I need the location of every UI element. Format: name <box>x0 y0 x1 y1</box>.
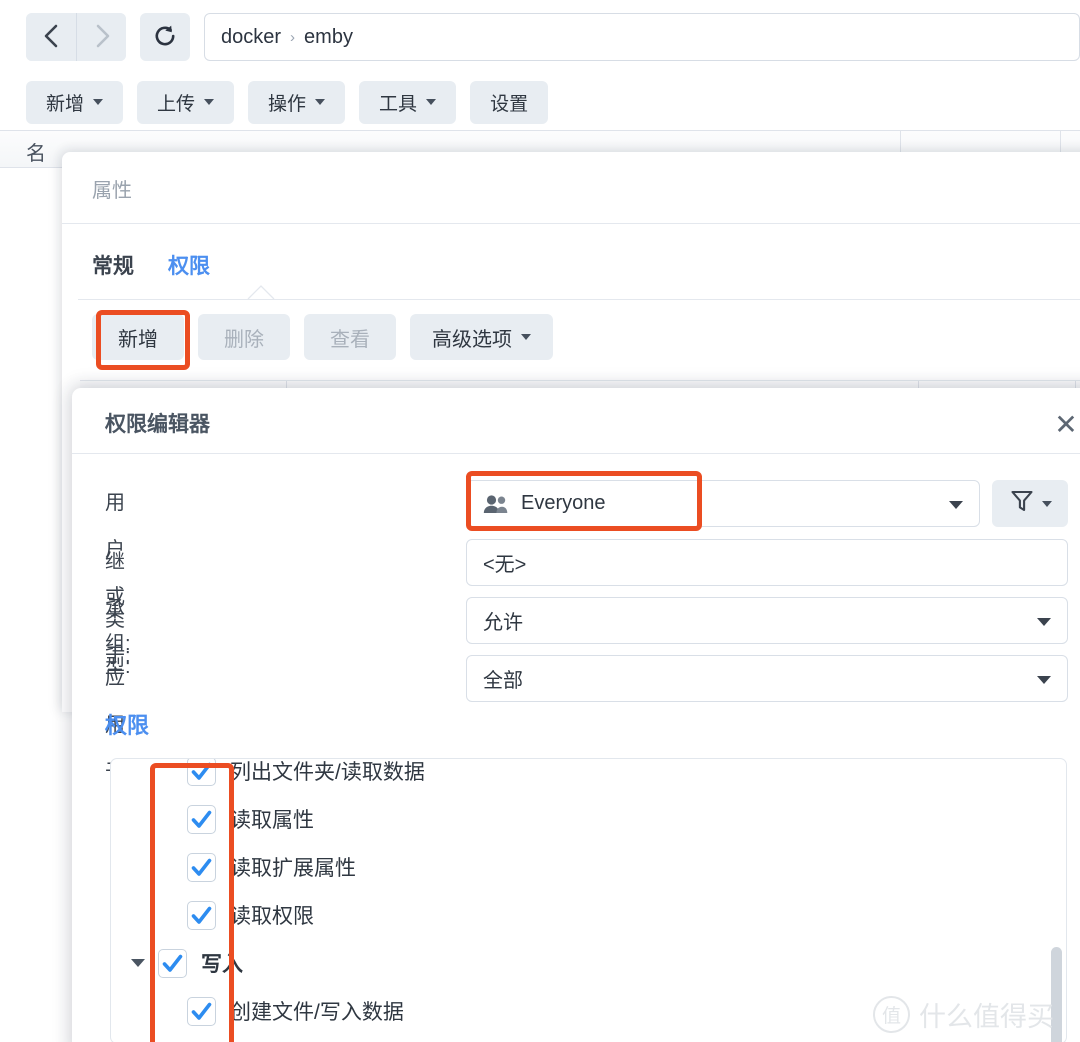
apply-to-value: 全部 <box>483 670 523 692</box>
breadcrumb[interactable]: docker › emby <box>204 13 1080 61</box>
chevron-down-icon <box>1041 500 1052 507</box>
divider <box>72 453 1080 454</box>
annotation-highlight-add-button <box>96 310 190 370</box>
back-button[interactable] <box>26 13 76 61</box>
list-item-label: 创建文件/写入数据 <box>230 1001 404 1024</box>
tabs-divider <box>78 299 1080 300</box>
tab-general[interactable]: 常规 <box>92 250 134 280</box>
type-select[interactable]: 允许 <box>466 597 1068 644</box>
toolbar-new-button[interactable]: 新增 <box>26 80 124 124</box>
chevron-down-icon <box>1037 617 1051 626</box>
tab-permissions[interactable]: 权限 <box>168 250 210 280</box>
inherited-from-input[interactable]: <无> <box>466 539 1068 586</box>
list-item-label: 列出文件夹/读取数据 <box>230 761 425 784</box>
watermark-text: 什么值得买 <box>919 1002 1054 1032</box>
perm-advanced-options-button[interactable]: 高级选项 <box>410 314 553 360</box>
filter-button[interactable] <box>992 480 1068 527</box>
inherited-from-value: <无> <box>483 554 527 576</box>
toolbar-tools-button[interactable]: 工具 <box>359 80 457 124</box>
annotation-highlight-everyone-field <box>466 471 702 531</box>
toolbar-action-button[interactable]: 操作 <box>248 80 346 124</box>
toolbar-action-label: 操作 <box>268 93 307 115</box>
toolbar-settings-button[interactable]: 设置 <box>470 80 549 124</box>
screen: docker › emby 新增 上传 操作 工具 设置 名 属性 常规 权限 … <box>0 0 1080 1042</box>
chevron-down-icon <box>93 99 104 105</box>
permission-editor-title: 权限编辑器 <box>105 413 210 436</box>
perm-delete-button[interactable]: 删除 <box>198 314 290 360</box>
tree-collapse-icon[interactable] <box>131 959 145 967</box>
chevron-down-icon <box>426 99 437 105</box>
chevron-down-icon <box>521 334 531 340</box>
chevron-down-icon <box>204 99 215 105</box>
toolbar-new-label: 新增 <box>46 93 85 115</box>
list-item-label: 读取扩展属性 <box>230 857 356 880</box>
list-item-label: 读取权限 <box>230 905 314 928</box>
nav-history-group <box>26 13 126 61</box>
type-value: 允许 <box>483 612 523 634</box>
watermark: 值 什么值得买 <box>873 995 1054 1034</box>
active-tab-indicator-icon <box>247 285 275 300</box>
file-manager-toolbar: 新增 上传 操作 工具 设置 <box>0 74 1080 131</box>
refresh-button[interactable] <box>140 13 190 61</box>
properties-window-title: 属性 <box>92 180 132 202</box>
permissions-section-heading: 权限 <box>105 713 150 738</box>
chevron-left-icon <box>42 22 60 53</box>
close-icon[interactable]: ✕ <box>1044 402 1080 446</box>
perm-advanced-label: 高级选项 <box>432 328 512 351</box>
chevron-right-icon <box>93 22 111 53</box>
apply-to-select[interactable]: 全部 <box>466 655 1068 702</box>
toolbar-upload-label: 上传 <box>157 93 196 115</box>
filter-funnel-icon <box>1009 488 1035 519</box>
breadcrumb-segment-0[interactable]: docker <box>221 26 281 49</box>
toolbar-tools-label: 工具 <box>379 93 418 115</box>
chevron-down-icon <box>1037 675 1051 684</box>
file-manager-nav-row: docker › emby <box>0 0 1080 74</box>
refresh-icon <box>152 23 178 52</box>
watermark-logo: 值 <box>873 996 910 1033</box>
chevron-down-icon <box>949 500 963 509</box>
list-item-label: 读取属性 <box>230 809 314 832</box>
column-header-name: 名 <box>26 143 46 165</box>
annotation-highlight-checkbox-column <box>150 763 234 1042</box>
breadcrumb-separator: › <box>290 28 296 46</box>
perm-delete-label: 删除 <box>224 328 264 351</box>
forward-button[interactable] <box>76 13 126 61</box>
toolbar-settings-label: 设置 <box>490 93 529 115</box>
breadcrumb-segment-1[interactable]: emby <box>304 26 353 49</box>
toolbar-upload-button[interactable]: 上传 <box>137 80 235 124</box>
chevron-down-icon <box>315 99 326 105</box>
divider <box>62 223 1080 224</box>
properties-tabs: 常规 权限 <box>92 250 244 280</box>
perm-view-button[interactable]: 查看 <box>304 314 396 360</box>
perm-view-label: 查看 <box>330 328 370 351</box>
